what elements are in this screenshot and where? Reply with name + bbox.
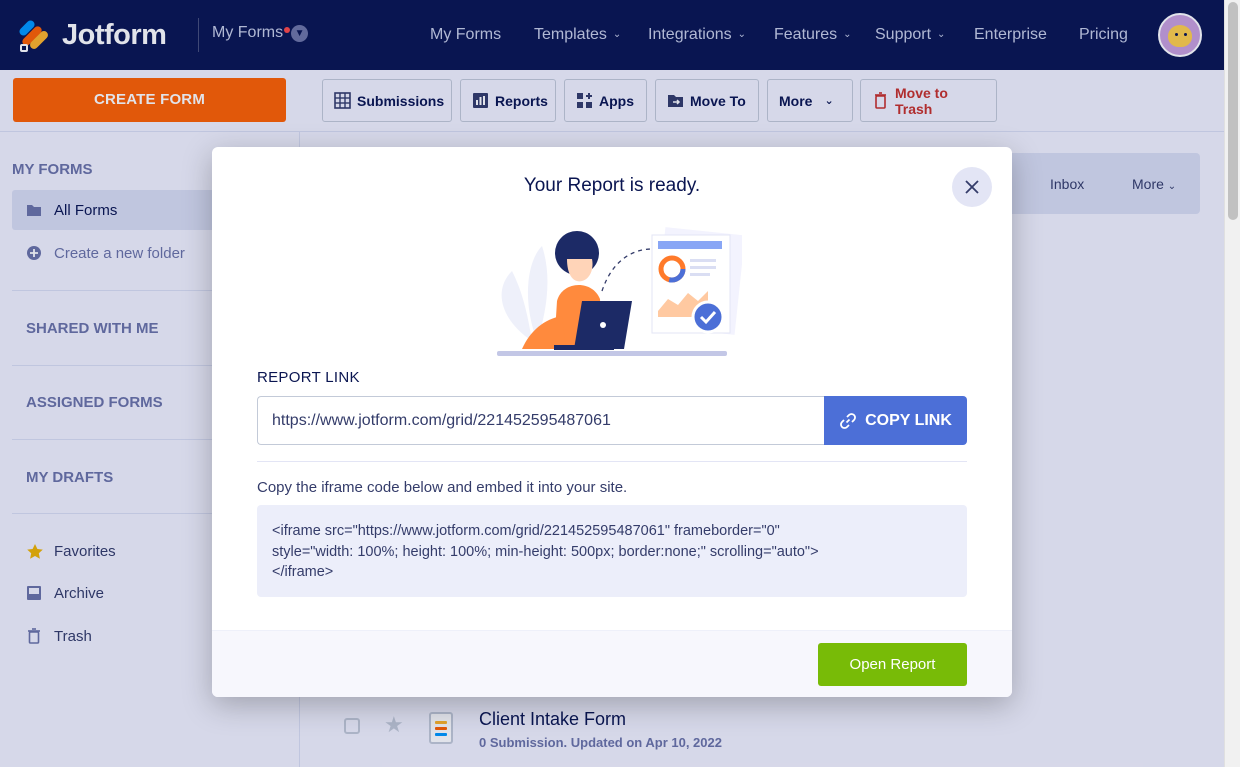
embed-description: Copy the iframe code below and embed it … bbox=[257, 479, 628, 496]
report-illustration bbox=[482, 221, 746, 361]
iframe-code-line: <iframe src="https://www.jotform.com/gri… bbox=[272, 523, 780, 539]
modal-title: Your Report is ready. bbox=[523, 175, 701, 196]
report-link-label: REPORT LINK bbox=[257, 369, 360, 386]
close-icon bbox=[965, 180, 979, 194]
iframe-code-line: </iframe> bbox=[272, 564, 334, 580]
iframe-code-box[interactable]: <iframe src="https://www.jotform.com/gri… bbox=[257, 505, 967, 597]
modal-footer: Open Report bbox=[212, 630, 1012, 697]
copy-link-button[interactable]: COPY LINK bbox=[824, 396, 967, 445]
page-scrollbar[interactable] bbox=[1224, 0, 1240, 767]
close-button[interactable] bbox=[952, 167, 992, 207]
scrollbar-thumb[interactable] bbox=[1228, 2, 1238, 220]
link-icon bbox=[839, 412, 857, 430]
report-ready-modal: Your Report is ready. REPORT LINK https:… bbox=[212, 147, 1012, 697]
modal-divider bbox=[257, 461, 967, 462]
open-report-button[interactable]: Open Report bbox=[818, 643, 967, 686]
copy-link-label: COPY LINK bbox=[865, 411, 952, 429]
iframe-code-line: style="width: 100%; height: 100%; min-he… bbox=[272, 543, 819, 560]
report-link-input[interactable] bbox=[257, 396, 825, 445]
